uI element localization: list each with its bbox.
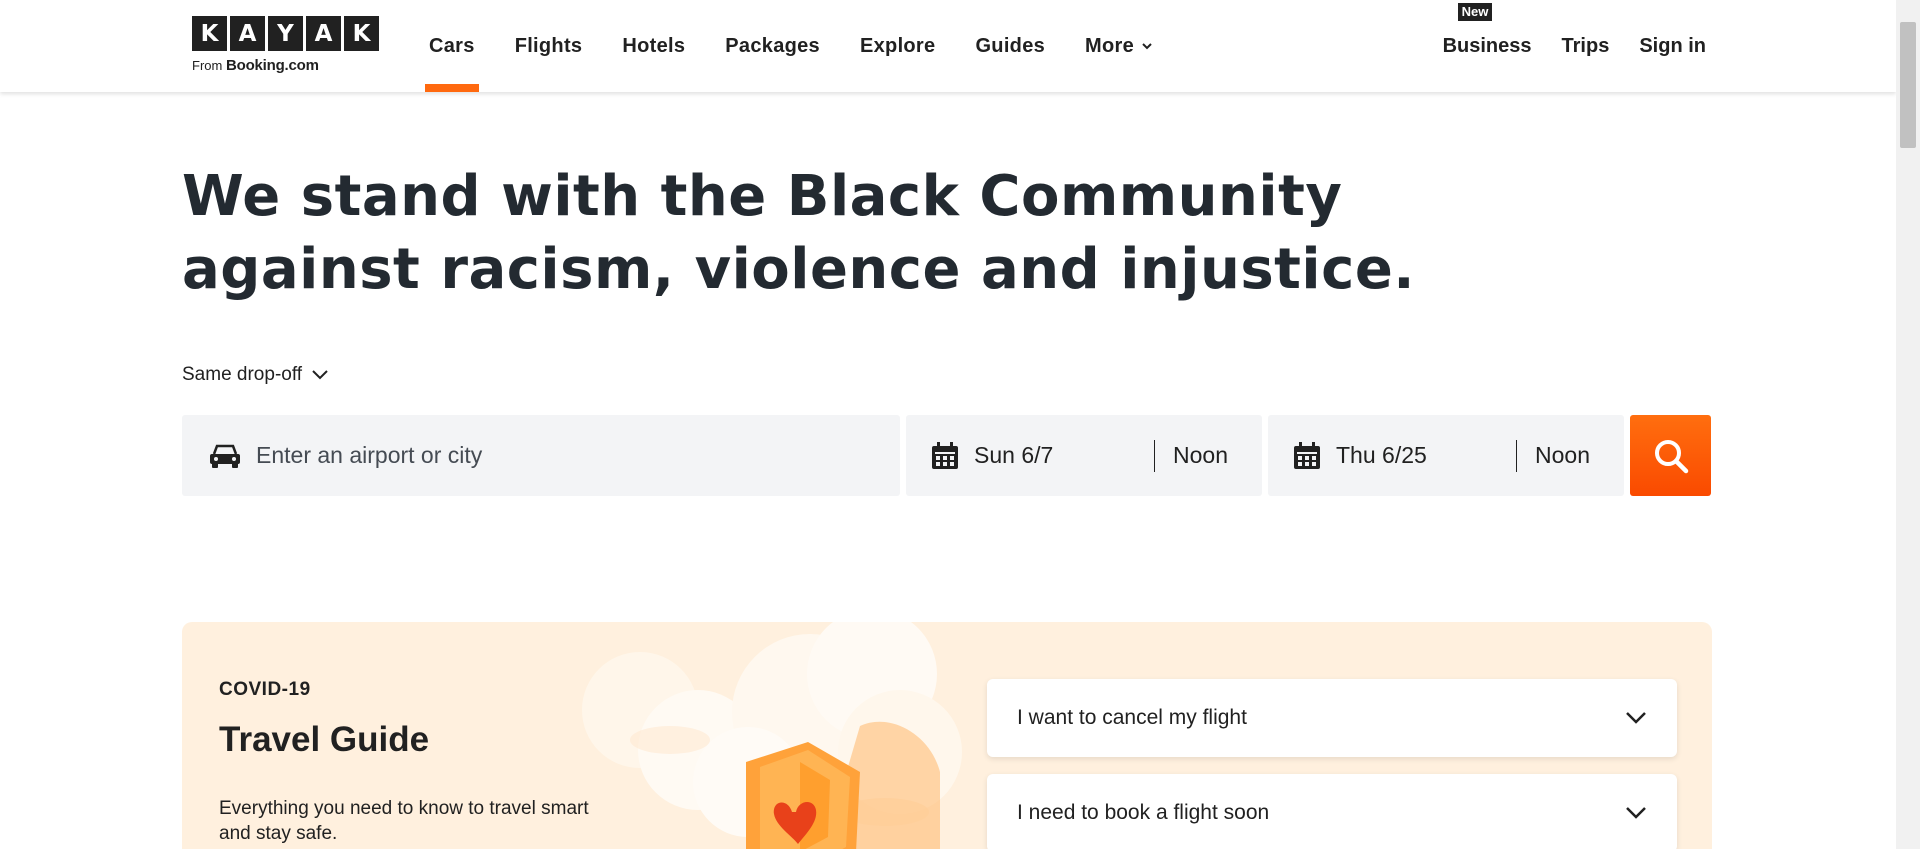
nav-label: Cars bbox=[429, 34, 475, 57]
nav-item-explore[interactable]: Explore bbox=[840, 0, 955, 92]
dropoff-selector[interactable]: Same drop-off bbox=[182, 364, 328, 386]
chevron-down-icon bbox=[312, 370, 328, 380]
nav-label: Hotels bbox=[622, 34, 686, 57]
trips-link[interactable]: Trips bbox=[1562, 35, 1610, 58]
logo-letter: K bbox=[344, 16, 379, 51]
nav-item-packages[interactable]: Packages bbox=[705, 0, 840, 92]
chevron-down-icon bbox=[1626, 807, 1646, 819]
logo-brand: Booking.com bbox=[225, 57, 319, 74]
location-field[interactable] bbox=[182, 415, 900, 496]
logo-letters: K A Y A K bbox=[192, 16, 379, 51]
nav-item-cars[interactable]: Cars bbox=[409, 0, 495, 92]
nav-item-more[interactable]: More bbox=[1065, 0, 1172, 92]
card-description: Everything you need to know to travel sm… bbox=[219, 798, 589, 844]
card-eyebrow: COVID-19 bbox=[219, 679, 311, 700]
shield-illustration bbox=[582, 622, 962, 849]
car-search-form: Sun 6/7 Noon Thu 6/25 Noon bbox=[182, 415, 1711, 496]
search-icon bbox=[1654, 439, 1688, 473]
new-badge: New bbox=[1457, 2, 1493, 21]
logo-subtitle: From Booking.com bbox=[192, 57, 379, 74]
calendar-icon bbox=[932, 441, 958, 469]
main-nav: Cars Flights Hotels Packages Explore Gui… bbox=[409, 0, 1172, 92]
sign-in-link[interactable]: Sign in bbox=[1639, 35, 1706, 58]
logo-from: From bbox=[192, 58, 223, 73]
faq-label: I want to cancel my flight bbox=[1017, 706, 1247, 729]
business-label: Business bbox=[1442, 34, 1532, 57]
search-button[interactable] bbox=[1630, 415, 1711, 496]
dropoff-label: Same drop-off bbox=[182, 364, 303, 385]
calendar-icon bbox=[1294, 441, 1320, 469]
nav-label: Guides bbox=[975, 34, 1046, 57]
business-link[interactable]: New Business bbox=[1442, 2, 1532, 58]
site-header: K A Y A K From Booking.com Cars Flights … bbox=[0, 0, 1896, 92]
location-input[interactable] bbox=[256, 442, 856, 469]
car-icon bbox=[210, 444, 240, 468]
nav-label: More bbox=[1085, 34, 1135, 57]
account-nav: New Business Trips Sign in bbox=[1443, 0, 1706, 92]
card-title: Travel Guide bbox=[219, 720, 430, 759]
nav-label: Packages bbox=[725, 34, 820, 57]
covid-travel-guide-card: COVID-19 Travel Guide Everything you nee… bbox=[182, 622, 1712, 849]
logo-letter: Y bbox=[268, 16, 303, 51]
divider bbox=[1516, 439, 1517, 472]
logo-letter: A bbox=[230, 16, 265, 51]
nav-label: Explore bbox=[859, 34, 936, 57]
dropoff-time[interactable]: Noon bbox=[1535, 442, 1590, 469]
nav-item-flights[interactable]: Flights bbox=[495, 0, 603, 92]
pickup-date[interactable]: Sun 6/7 bbox=[974, 442, 1154, 469]
faq-label: I need to book a flight soon bbox=[1017, 801, 1270, 824]
nav-item-guides[interactable]: Guides bbox=[955, 0, 1065, 92]
page-scrollbar[interactable] bbox=[1896, 0, 1920, 849]
logo-letter: K bbox=[192, 16, 227, 51]
pickup-time[interactable]: Noon bbox=[1173, 442, 1228, 469]
page-headline: We stand with the Black Community agains… bbox=[182, 164, 1416, 302]
kayak-logo[interactable]: K A Y A K From Booking.com bbox=[192, 16, 379, 74]
scrollbar-thumb[interactable] bbox=[1900, 22, 1916, 148]
logo-letter: A bbox=[306, 16, 341, 51]
nav-item-hotels[interactable]: Hotels bbox=[602, 0, 705, 92]
dropoff-date[interactable]: Thu 6/25 bbox=[1336, 442, 1516, 469]
faq-cancel-flight[interactable]: I want to cancel my flight bbox=[987, 679, 1677, 757]
faq-book-flight[interactable]: I need to book a flight soon bbox=[987, 774, 1677, 849]
dropoff-date-field[interactable]: Thu 6/25 Noon bbox=[1268, 415, 1624, 496]
chevron-down-icon bbox=[1142, 43, 1152, 50]
chevron-down-icon bbox=[1626, 712, 1646, 724]
divider bbox=[1154, 439, 1155, 472]
nav-label: Flights bbox=[514, 34, 583, 57]
pickup-date-field[interactable]: Sun 6/7 Noon bbox=[906, 415, 1262, 496]
